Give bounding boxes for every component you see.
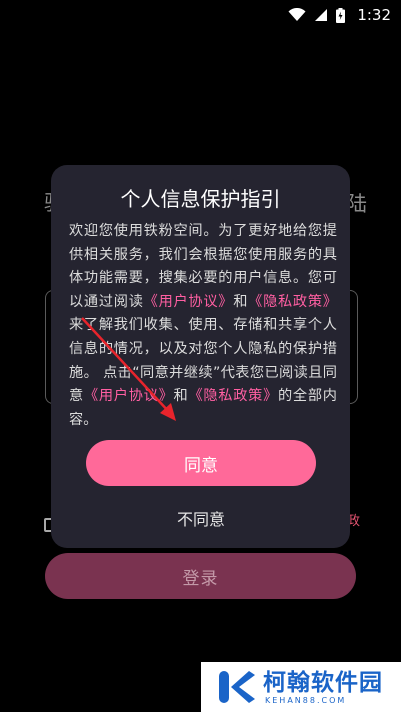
watermark: 柯翰软件园 KEHAN88.COM xyxy=(201,662,401,712)
login-button[interactable]: 登录 xyxy=(45,553,356,599)
user-agreement-link[interactable]: 《用户协议》 xyxy=(144,294,234,310)
watermark-name: 柯翰软件园 xyxy=(263,669,383,696)
watermark-text: 柯翰软件园 KEHAN88.COM xyxy=(263,670,383,705)
dialog-body: 欢迎您使用铁粉空间。为了更好地给您提供相关服务，我们会根据您使用服务的具体功能需… xyxy=(69,220,337,432)
user-agreement-link-2[interactable]: 《用户协议》 xyxy=(84,388,174,404)
kehan-logo-icon xyxy=(219,671,255,703)
wifi-icon xyxy=(288,8,306,22)
privacy-dialog: 个人信息保护指引 欢迎您使用铁粉空间。为了更好地给您提供相关服务，我们会根据您使… xyxy=(51,165,350,548)
privacy-policy-link[interactable]: 《隐私政策》 xyxy=(248,294,337,310)
status-time: 1:32 xyxy=(357,6,391,24)
privacy-policy-link-2[interactable]: 《隐私政策》 xyxy=(188,388,278,404)
body-and-1: 和 xyxy=(233,293,249,310)
signal-icon xyxy=(314,8,328,22)
disagree-button[interactable]: 不同意 xyxy=(141,505,261,531)
agree-button[interactable]: 同意 xyxy=(86,440,316,486)
watermark-domain: KEHAN88.COM xyxy=(265,695,347,705)
battery-charging-icon xyxy=(336,7,346,23)
dialog-title: 个人信息保护指引 xyxy=(120,187,281,211)
status-bar: 1:32 xyxy=(0,0,401,30)
body-and-2: 和 xyxy=(173,388,189,405)
